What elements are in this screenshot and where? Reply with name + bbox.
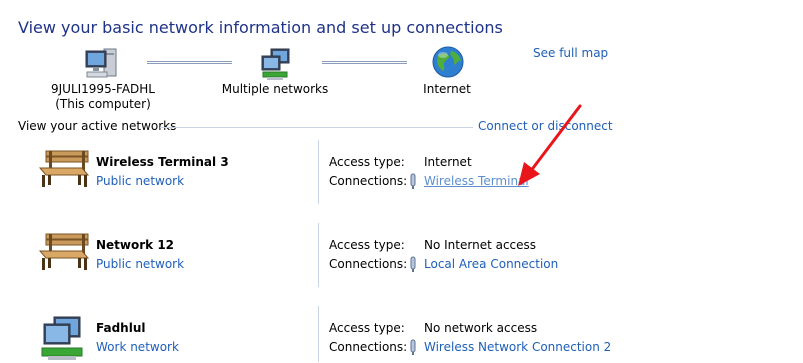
access-type-value: No Internet access: [424, 238, 537, 252]
section-divider: [160, 127, 473, 128]
network-entry: Network 12 Public network Access type: N…: [0, 223, 803, 293]
column-divider: [318, 223, 319, 287]
connection-line: [147, 61, 232, 64]
connections-label: Connections:: [329, 340, 408, 354]
multiple-networks-label: Multiple networks: [221, 82, 329, 96]
network-category-link[interactable]: Work network: [96, 340, 179, 354]
connection-line: [322, 61, 407, 64]
network-name: Wireless Terminal 3: [96, 155, 229, 169]
access-type-label: Access type:: [329, 238, 405, 252]
network-map: 9JULI1995-FADHL (This computer) Multiple…: [0, 40, 803, 115]
computer-icon[interactable]: [84, 46, 120, 82]
connection-link[interactable]: Local Area Connection: [424, 257, 558, 271]
multiple-networks-icon[interactable]: [259, 46, 293, 82]
red-arrow-annotation: [518, 104, 582, 186]
column-divider: [318, 140, 319, 204]
work-network-icon[interactable]: [38, 314, 90, 360]
internet-globe-icon[interactable]: [431, 45, 465, 79]
column-divider: [318, 306, 319, 362]
bench-icon[interactable]: [38, 231, 90, 271]
page-title: View your basic network information and …: [18, 18, 503, 37]
ethernet-connection-icon: [408, 256, 418, 275]
computer-name: 9JULI1995-FADHL (This computer): [50, 82, 155, 111]
network-category-link[interactable]: Public network: [96, 174, 184, 188]
wireless-signal-icon: [408, 173, 418, 192]
bench-icon[interactable]: [38, 148, 90, 188]
access-type-label: Access type:: [329, 321, 405, 335]
network-entry: Fadhlul Work network Access type: No net…: [0, 306, 803, 362]
connection-link[interactable]: Wireless Network Connection 2: [424, 340, 611, 354]
internet-label: Internet: [423, 82, 471, 96]
network-name: Network 12: [96, 238, 175, 252]
access-type-value: No network access: [424, 321, 538, 335]
network-entry: Wireless Terminal 3 Public network Acces…: [0, 140, 803, 210]
connections-label: Connections:: [329, 174, 408, 188]
connections-label: Connections:: [329, 257, 408, 271]
network-name: Fadhlul: [96, 321, 146, 335]
access-type-label: Access type:: [329, 155, 405, 169]
wireless-signal-icon: [408, 339, 418, 358]
see-full-map-link[interactable]: See full map: [533, 46, 608, 60]
active-networks-heading: View your active networks: [18, 119, 177, 133]
network-category-link[interactable]: Public network: [96, 257, 184, 271]
access-type-value: Internet: [424, 155, 472, 169]
